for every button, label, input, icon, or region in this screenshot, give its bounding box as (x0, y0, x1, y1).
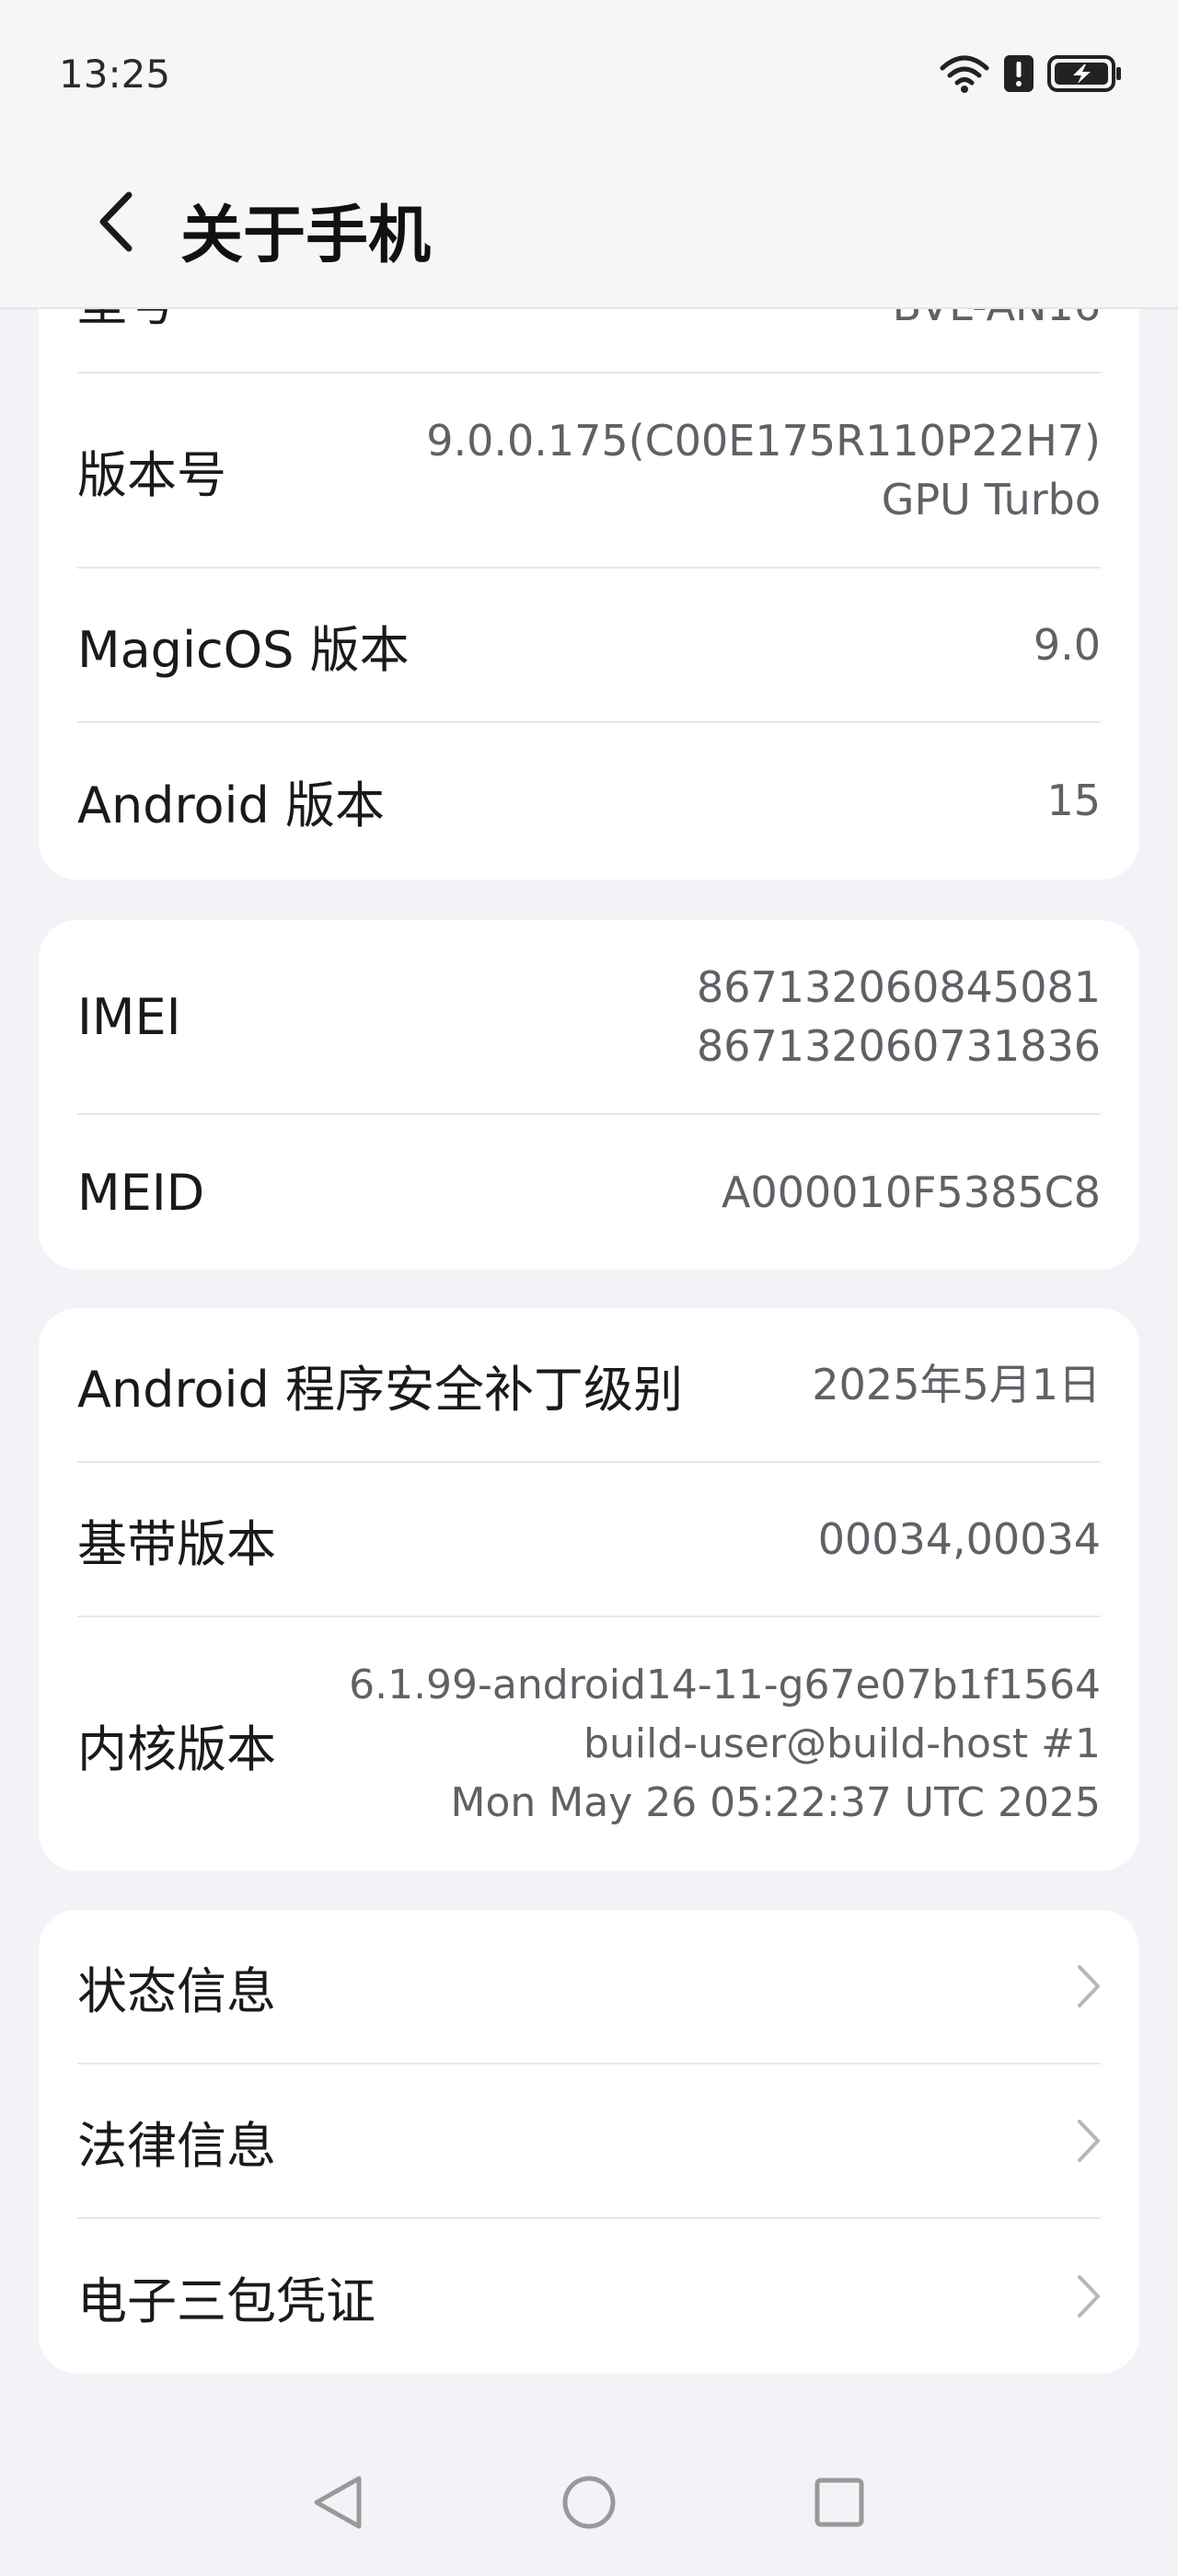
android-version-label: Android 版本 (77, 776, 385, 834)
kernel-line1: 6.1.99-android14-11-g67e07b1f1564 (349, 1662, 1101, 1708)
legal-info-row[interactable]: 法律信息 (77, 2064, 1101, 2219)
imei-label: IMEI (77, 987, 181, 1046)
baseband-version-label: 基带版本 (77, 1514, 276, 1573)
nav-recents-button[interactable] (803, 2466, 876, 2539)
baseband-version-row[interactable]: 基带版本 00034,00034 (77, 1463, 1101, 1617)
meid-value: A000010F5385C8 (722, 1167, 1101, 1217)
legal-info-label: 法律信息 (77, 2116, 276, 2175)
wifi-icon (939, 53, 990, 98)
build-number-label: 版本号 (77, 445, 226, 504)
nav-home-button[interactable] (552, 2466, 626, 2539)
imei-row[interactable]: IMEI 867132060845081 867132060731836 (77, 920, 1101, 1115)
status-icons (939, 53, 1123, 98)
status-info-label: 状态信息 (77, 1961, 276, 2020)
kernel-version-value: 6.1.99-android14-11-g67e07b1f1564 build-… (349, 1656, 1101, 1833)
android-version-value: 15 (1046, 776, 1101, 825)
kernel-line2: build-user@build-host #1 (583, 1720, 1101, 1767)
build-number-row[interactable]: 版本号 9.0.0.175(C00E175R110P22H7) GPU Turb… (77, 374, 1101, 569)
about-phone-screen: 型号 BVL-AN16 版本号 9.0.0.175(C00E175R110P22… (0, 0, 1178, 2576)
security-patch-label: Android 程序安全补丁级别 (77, 1360, 683, 1419)
more-info-card: 状态信息 法律信息 电子三包凭证 (39, 1910, 1139, 2374)
build-number-value: 9.0.0.175(C00E175R110P22H7) GPU Turbo (426, 411, 1101, 529)
kernel-line3: Mon May 26 05:22:37 UTC 2025 (450, 1779, 1101, 1826)
chevron-right-icon (1064, 2271, 1101, 2322)
imei-line1: 867132060845081 (697, 962, 1101, 1012)
software-info-card: 型号 BVL-AN16 版本号 9.0.0.175(C00E175R110P22… (39, 230, 1139, 880)
page-title: 关于手机 (180, 200, 432, 272)
imei-value: 867132060845081 867132060731836 (697, 958, 1101, 1075)
top-app-bar: 13:25 关于手机 (0, 0, 1178, 309)
alert-icon (1003, 54, 1034, 97)
back-button[interactable] (88, 180, 144, 263)
kernel-version-label: 内核版本 (77, 1719, 276, 1778)
chevron-right-icon (1064, 1961, 1101, 2012)
build-number-line1: 9.0.0.175(C00E175R110P22H7) (426, 416, 1101, 466)
system-details-card: Android 程序安全补丁级别 2025年5月1日 基带版本 00034,00… (39, 1308, 1139, 1871)
status-info-row[interactable]: 状态信息 (77, 1910, 1101, 2064)
imei-line2: 867132060731836 (697, 1021, 1101, 1071)
magicos-version-row[interactable]: MagicOS 版本 9.0 (77, 569, 1101, 723)
meid-row[interactable]: MEID A000010F5385C8 (77, 1115, 1101, 1270)
security-patch-value: 2025年5月1日 (812, 1360, 1101, 1409)
magicos-version-value: 9.0 (1033, 620, 1101, 670)
meid-label: MEID (77, 1163, 205, 1222)
chevron-right-icon (1064, 2115, 1101, 2167)
kernel-version-row[interactable]: 内核版本 6.1.99-android14-11-g67e07b1f1564 b… (77, 1617, 1101, 1871)
baseband-version-value: 00034,00034 (817, 1514, 1101, 1564)
battery-charging-icon (1047, 54, 1123, 97)
nav-back-button[interactable] (302, 2466, 375, 2539)
system-nav-bar (0, 2429, 1178, 2576)
security-patch-row[interactable]: Android 程序安全补丁级别 2025年5月1日 (77, 1308, 1101, 1463)
magicos-version-label: MagicOS 版本 (77, 620, 410, 679)
device-id-card: IMEI 867132060845081 867132060731836 MEI… (39, 920, 1139, 1270)
status-time: 13:25 (59, 52, 171, 97)
build-number-line2: GPU Turbo (881, 475, 1101, 524)
warranty-voucher-row[interactable]: 电子三包凭证 (77, 2219, 1101, 2374)
android-version-row[interactable]: Android 版本 15 (77, 723, 1101, 878)
warranty-voucher-label: 电子三包凭证 (77, 2271, 375, 2330)
